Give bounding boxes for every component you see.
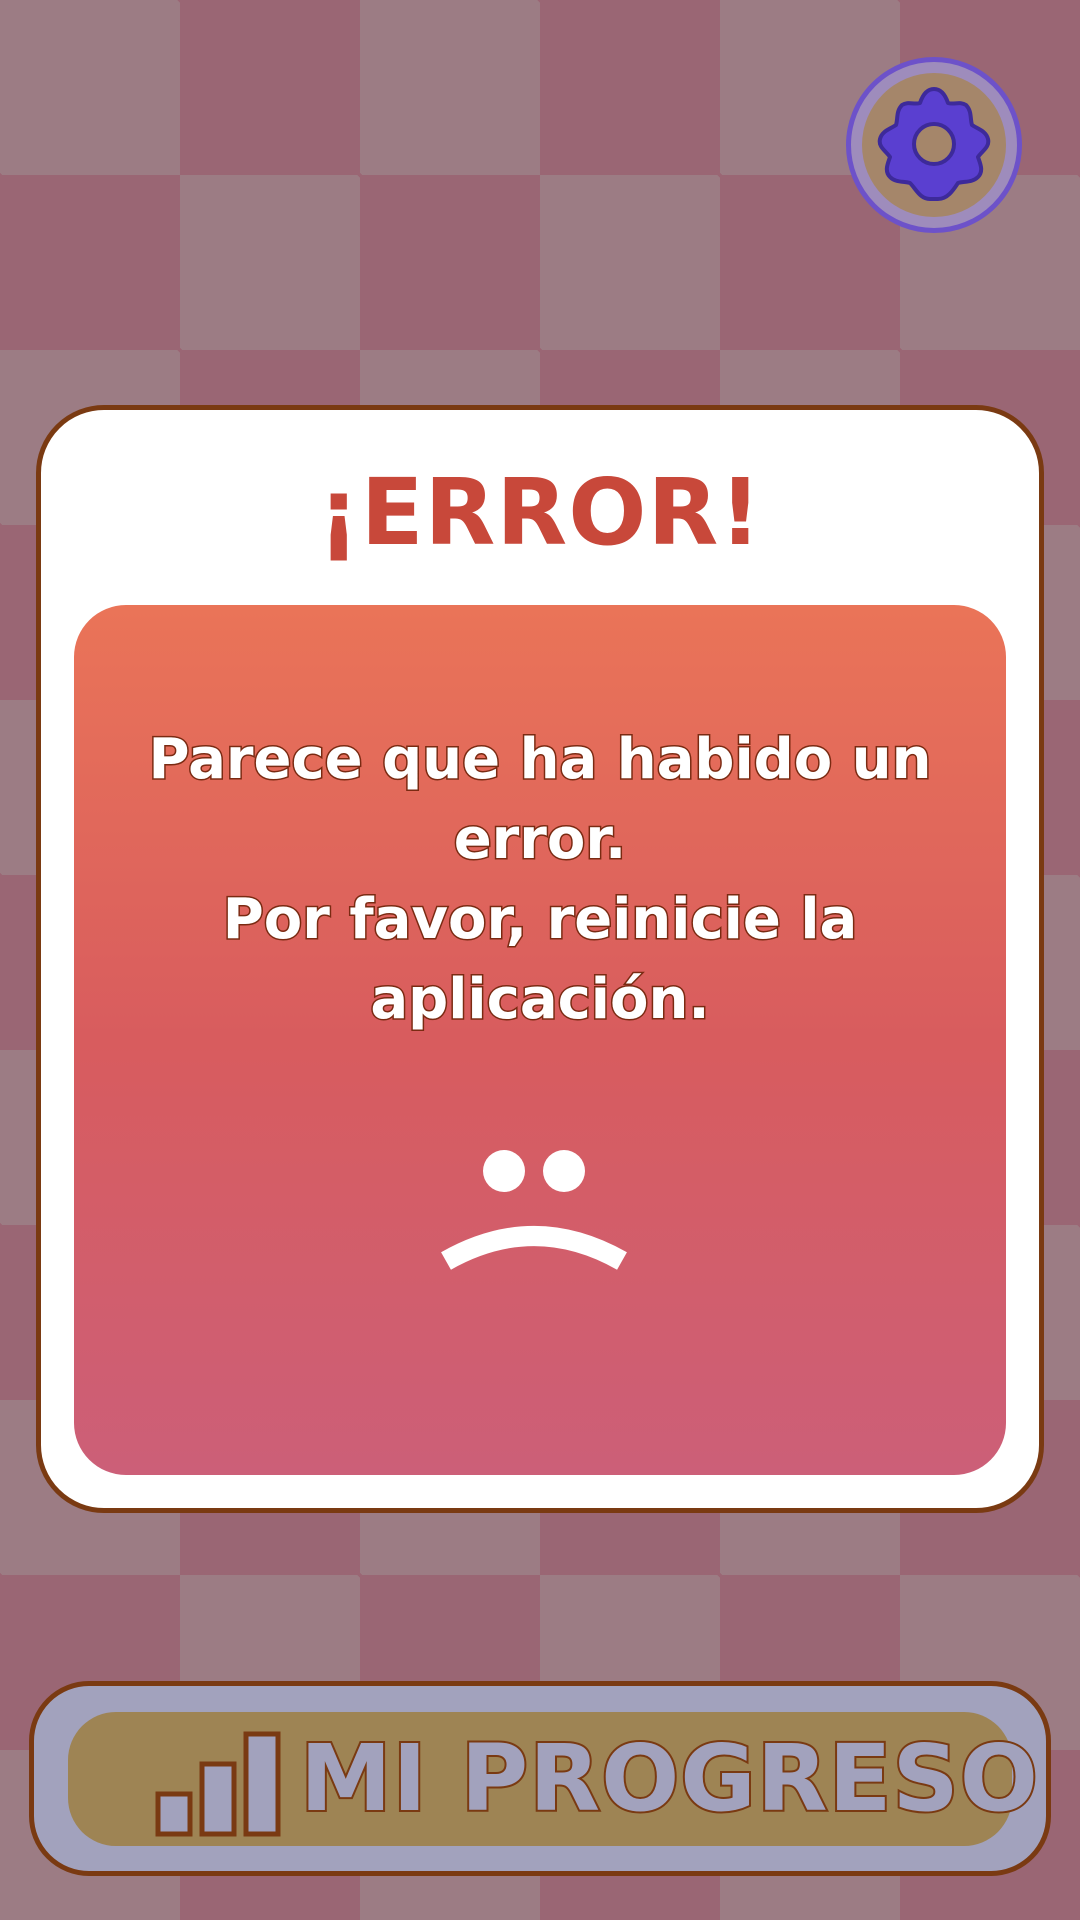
- my-progress-button[interactable]: MI PROGRESO: [29, 1681, 1051, 1876]
- app-screen: ¡ERROR! Parece que ha habido un error. P…: [0, 0, 1080, 1920]
- gear-icon: [877, 87, 991, 201]
- dialog-title: ¡ERROR!: [317, 459, 763, 566]
- my-progress-button-inner: MI PROGRESO: [68, 1712, 1040, 1846]
- my-progress-label: MI PROGRESO: [298, 1723, 1040, 1834]
- error-message: Parece que ha habido un error. Por favor…: [147, 726, 933, 1034]
- settings-button[interactable]: [846, 57, 1022, 233]
- settings-button-inner: [862, 73, 1006, 217]
- sad-face-icon: [441, 1150, 627, 1270]
- error-dialog: ¡ERROR! Parece que ha habido un error. P…: [36, 405, 1044, 1513]
- signal-bars-icon: [155, 1731, 281, 1837]
- message-panel: Parece que ha habido un error. Por favor…: [74, 605, 1006, 1475]
